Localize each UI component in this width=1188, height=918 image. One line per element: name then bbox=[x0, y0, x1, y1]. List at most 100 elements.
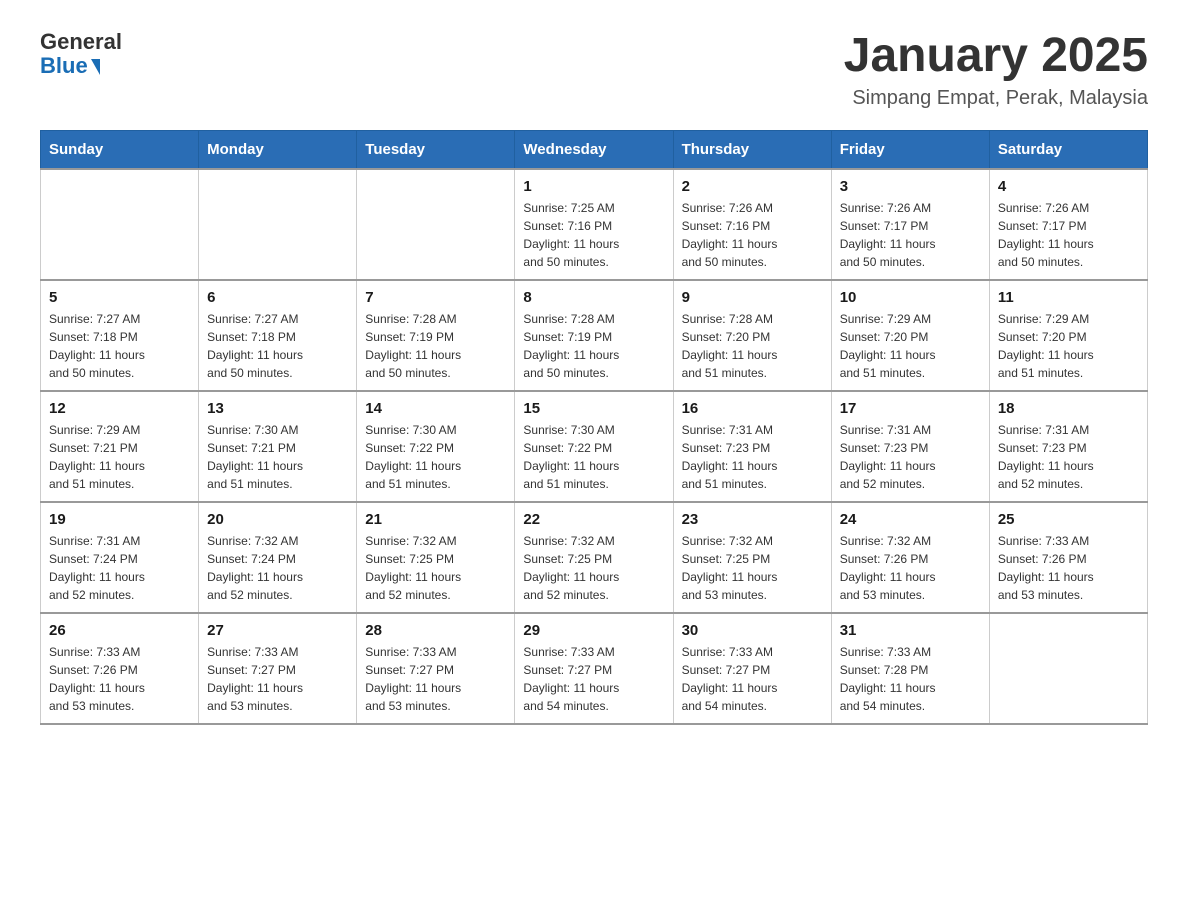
day-info: Sunrise: 7:32 AM Sunset: 7:25 PM Dayligh… bbox=[682, 532, 823, 604]
day-info: Sunrise: 7:30 AM Sunset: 7:22 PM Dayligh… bbox=[523, 421, 664, 493]
day-number: 23 bbox=[682, 511, 823, 528]
calendar-cell: 4 Sunrise: 7:26 AM Sunset: 7:17 PM Daylig… bbox=[989, 169, 1147, 280]
calendar-cell: 22 Sunrise: 7:32 AM Sunset: 7:25 PM Dayli… bbox=[515, 502, 673, 613]
calendar-cell: 13Sunrise: 7:30 AM Sunset: 7:21 PM Dayli… bbox=[199, 391, 357, 502]
day-number: 7 bbox=[365, 289, 506, 306]
day-info: Sunrise: 7:32 AM Sunset: 7:26 PM Dayligh… bbox=[840, 532, 981, 604]
calendar-cell: 15 Sunrise: 7:30 AM Sunset: 7:22 PM Dayli… bbox=[515, 391, 673, 502]
calendar-cell: 7 Sunrise: 7:28 AM Sunset: 7:19 PM Daylig… bbox=[357, 280, 515, 391]
weekday-header-wednesday: Wednesday bbox=[515, 130, 673, 169]
calendar-cell: 23 Sunrise: 7:32 AM Sunset: 7:25 PM Dayli… bbox=[673, 502, 831, 613]
logo-blue-text: Blue bbox=[40, 54, 88, 78]
weekday-header-friday: Friday bbox=[831, 130, 989, 169]
calendar-cell: 27 Sunrise: 7:33 AM Sunset: 7:27 PM Dayli… bbox=[199, 613, 357, 724]
day-number: 2 bbox=[682, 178, 823, 195]
day-number: 31 bbox=[840, 622, 981, 639]
calendar-cell: 19 Sunrise: 7:31 AM Sunset: 7:24 PM Dayli… bbox=[41, 502, 199, 613]
logo: General Blue bbox=[40, 30, 122, 78]
day-info: Sunrise: 7:26 AM Sunset: 7:17 PM Dayligh… bbox=[840, 199, 981, 271]
calendar-cell: 20 Sunrise: 7:32 AM Sunset: 7:24 PM Dayli… bbox=[199, 502, 357, 613]
calendar-cell: 12Sunrise: 7:29 AM Sunset: 7:21 PM Dayli… bbox=[41, 391, 199, 502]
day-info: Sunrise: 7:33 AM Sunset: 7:26 PM Dayligh… bbox=[998, 532, 1139, 604]
day-info: Sunrise: 7:27 AM Sunset: 7:18 PM Dayligh… bbox=[49, 310, 190, 382]
weekday-header-saturday: Saturday bbox=[989, 130, 1147, 169]
day-number: 25 bbox=[998, 511, 1139, 528]
day-number: 4 bbox=[998, 178, 1139, 195]
day-info: Sunrise: 7:28 AM Sunset: 7:20 PM Dayligh… bbox=[682, 310, 823, 382]
day-number: 8 bbox=[523, 289, 664, 306]
day-info: Sunrise: 7:30 AM Sunset: 7:22 PM Dayligh… bbox=[365, 421, 506, 493]
day-number: 9 bbox=[682, 289, 823, 306]
day-info: Sunrise: 7:26 AM Sunset: 7:16 PM Dayligh… bbox=[682, 199, 823, 271]
calendar-cell: 29Sunrise: 7:33 AM Sunset: 7:27 PM Dayli… bbox=[515, 613, 673, 724]
calendar-cell: 21 Sunrise: 7:32 AM Sunset: 7:25 PM Dayli… bbox=[357, 502, 515, 613]
calendar-cell: 28Sunrise: 7:33 AM Sunset: 7:27 PM Dayli… bbox=[357, 613, 515, 724]
calendar-week-row: 19 Sunrise: 7:31 AM Sunset: 7:24 PM Dayli… bbox=[41, 502, 1148, 613]
day-info: Sunrise: 7:31 AM Sunset: 7:23 PM Dayligh… bbox=[840, 421, 981, 493]
calendar-cell bbox=[357, 169, 515, 280]
weekday-header-tuesday: Tuesday bbox=[357, 130, 515, 169]
calendar-header: SundayMondayTuesdayWednesdayThursdayFrid… bbox=[41, 130, 1148, 169]
calendar-cell: 16Sunrise: 7:31 AM Sunset: 7:23 PM Dayli… bbox=[673, 391, 831, 502]
day-number: 27 bbox=[207, 622, 348, 639]
calendar-cell: 14Sunrise: 7:30 AM Sunset: 7:22 PM Dayli… bbox=[357, 391, 515, 502]
day-number: 5 bbox=[49, 289, 190, 306]
day-info: Sunrise: 7:26 AM Sunset: 7:17 PM Dayligh… bbox=[998, 199, 1139, 271]
location-subtitle: Simpang Empat, Perak, Malaysia bbox=[844, 87, 1148, 110]
day-info: Sunrise: 7:33 AM Sunset: 7:27 PM Dayligh… bbox=[207, 643, 348, 715]
day-info: Sunrise: 7:29 AM Sunset: 7:20 PM Dayligh… bbox=[998, 310, 1139, 382]
month-title: January 2025 bbox=[844, 30, 1148, 83]
day-info: Sunrise: 7:31 AM Sunset: 7:24 PM Dayligh… bbox=[49, 532, 190, 604]
calendar-cell: 9 Sunrise: 7:28 AM Sunset: 7:20 PM Daylig… bbox=[673, 280, 831, 391]
calendar-cell: 3 Sunrise: 7:26 AM Sunset: 7:17 PM Daylig… bbox=[831, 169, 989, 280]
day-number: 22 bbox=[523, 511, 664, 528]
day-number: 20 bbox=[207, 511, 348, 528]
day-info: Sunrise: 7:31 AM Sunset: 7:23 PM Dayligh… bbox=[682, 421, 823, 493]
day-info: Sunrise: 7:27 AM Sunset: 7:18 PM Dayligh… bbox=[207, 310, 348, 382]
day-number: 19 bbox=[49, 511, 190, 528]
calendar-table: SundayMondayTuesdayWednesdayThursdayFrid… bbox=[40, 130, 1148, 725]
calendar-cell: 1 Sunrise: 7:25 AM Sunset: 7:16 PM Daylig… bbox=[515, 169, 673, 280]
day-number: 18 bbox=[998, 400, 1139, 417]
day-number: 11 bbox=[998, 289, 1139, 306]
day-info: Sunrise: 7:25 AM Sunset: 7:16 PM Dayligh… bbox=[523, 199, 664, 271]
day-number: 26 bbox=[49, 622, 190, 639]
calendar-body: 1 Sunrise: 7:25 AM Sunset: 7:16 PM Daylig… bbox=[41, 169, 1148, 724]
day-info: Sunrise: 7:28 AM Sunset: 7:19 PM Dayligh… bbox=[523, 310, 664, 382]
calendar-cell: 17Sunrise: 7:31 AM Sunset: 7:23 PM Dayli… bbox=[831, 391, 989, 502]
day-info: Sunrise: 7:33 AM Sunset: 7:26 PM Dayligh… bbox=[49, 643, 190, 715]
day-number: 1 bbox=[523, 178, 664, 195]
calendar-cell: 31Sunrise: 7:33 AM Sunset: 7:28 PM Dayli… bbox=[831, 613, 989, 724]
weekday-header-monday: Monday bbox=[199, 130, 357, 169]
calendar-cell: 26 Sunrise: 7:33 AM Sunset: 7:26 PM Dayli… bbox=[41, 613, 199, 724]
title-area: January 2025 Simpang Empat, Perak, Malay… bbox=[844, 30, 1148, 110]
logo-general-text: General bbox=[40, 30, 122, 54]
day-number: 21 bbox=[365, 511, 506, 528]
day-info: Sunrise: 7:31 AM Sunset: 7:23 PM Dayligh… bbox=[998, 421, 1139, 493]
calendar-week-row: 26 Sunrise: 7:33 AM Sunset: 7:26 PM Dayli… bbox=[41, 613, 1148, 724]
day-number: 30 bbox=[682, 622, 823, 639]
calendar-cell: 18 Sunrise: 7:31 AM Sunset: 7:23 PM Dayli… bbox=[989, 391, 1147, 502]
calendar-cell: 2 Sunrise: 7:26 AM Sunset: 7:16 PM Daylig… bbox=[673, 169, 831, 280]
calendar-cell: 25 Sunrise: 7:33 AM Sunset: 7:26 PM Dayli… bbox=[989, 502, 1147, 613]
day-number: 6 bbox=[207, 289, 348, 306]
calendar-cell: 10 Sunrise: 7:29 AM Sunset: 7:20 PM Dayli… bbox=[831, 280, 989, 391]
page-header: General Blue January 2025 Simpang Empat,… bbox=[40, 30, 1148, 110]
day-info: Sunrise: 7:33 AM Sunset: 7:27 PM Dayligh… bbox=[365, 643, 506, 715]
calendar-cell: 6 Sunrise: 7:27 AM Sunset: 7:18 PM Daylig… bbox=[199, 280, 357, 391]
day-info: Sunrise: 7:28 AM Sunset: 7:19 PM Dayligh… bbox=[365, 310, 506, 382]
calendar-cell bbox=[41, 169, 199, 280]
day-info: Sunrise: 7:32 AM Sunset: 7:25 PM Dayligh… bbox=[365, 532, 506, 604]
calendar-week-row: 5 Sunrise: 7:27 AM Sunset: 7:18 PM Daylig… bbox=[41, 280, 1148, 391]
day-info: Sunrise: 7:29 AM Sunset: 7:21 PM Dayligh… bbox=[49, 421, 190, 493]
day-number: 10 bbox=[840, 289, 981, 306]
day-info: Sunrise: 7:32 AM Sunset: 7:24 PM Dayligh… bbox=[207, 532, 348, 604]
calendar-cell: 5 Sunrise: 7:27 AM Sunset: 7:18 PM Daylig… bbox=[41, 280, 199, 391]
day-number: 15 bbox=[523, 400, 664, 417]
day-number: 3 bbox=[840, 178, 981, 195]
calendar-cell: 24Sunrise: 7:32 AM Sunset: 7:26 PM Dayli… bbox=[831, 502, 989, 613]
calendar-cell bbox=[199, 169, 357, 280]
day-info: Sunrise: 7:32 AM Sunset: 7:25 PM Dayligh… bbox=[523, 532, 664, 604]
day-info: Sunrise: 7:29 AM Sunset: 7:20 PM Dayligh… bbox=[840, 310, 981, 382]
day-info: Sunrise: 7:33 AM Sunset: 7:27 PM Dayligh… bbox=[682, 643, 823, 715]
